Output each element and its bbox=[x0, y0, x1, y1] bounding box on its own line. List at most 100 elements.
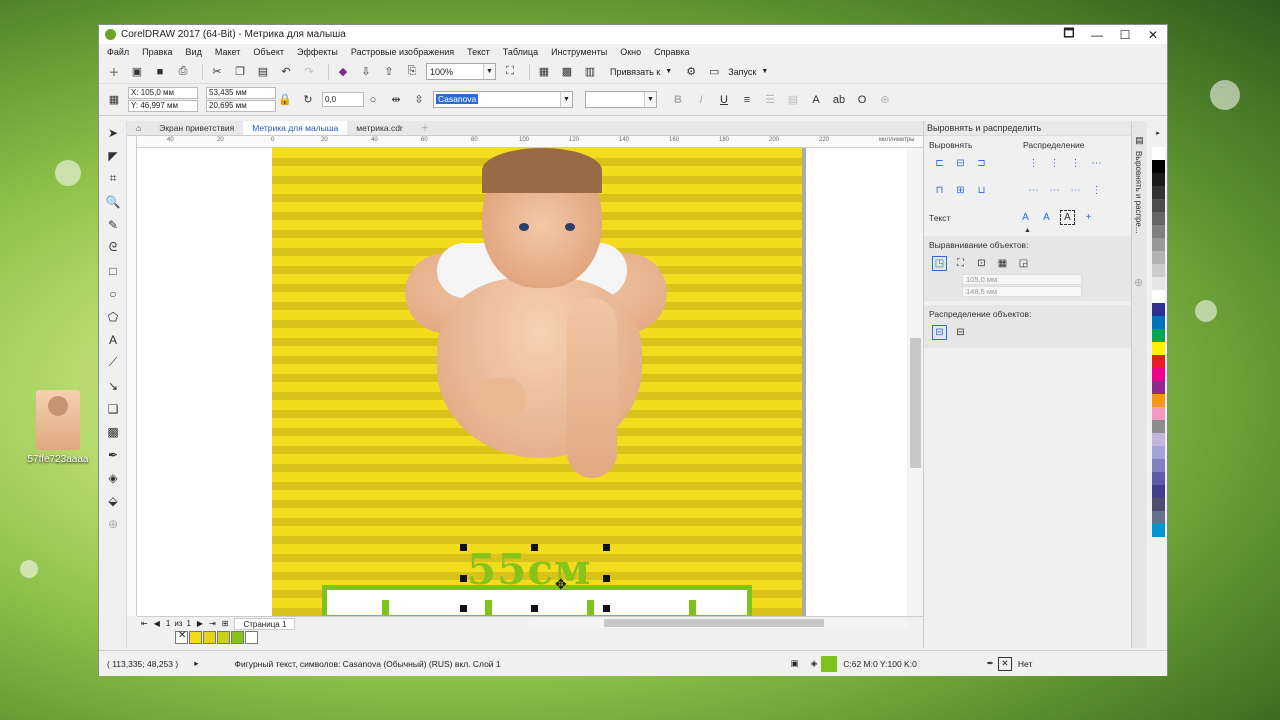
fill-icon[interactable]: ◈ bbox=[811, 658, 818, 669]
palette-swatch[interactable] bbox=[1152, 511, 1165, 524]
menu-table[interactable]: Таблица bbox=[503, 47, 538, 57]
shape-tool-icon[interactable]: ◤ bbox=[99, 144, 127, 167]
last-page-icon[interactable]: ⇥ bbox=[209, 619, 216, 628]
snap-to-dropdown[interactable]: Привязать к ▼ bbox=[610, 67, 672, 77]
palette-swatch[interactable] bbox=[1152, 186, 1165, 199]
text-baseline-last-icon[interactable]: A bbox=[1039, 210, 1054, 225]
palette-swatch[interactable] bbox=[1152, 459, 1165, 472]
palette-swatch[interactable] bbox=[1152, 251, 1165, 264]
palette-swatch[interactable] bbox=[1152, 368, 1165, 381]
width-field[interactable]: 53,435 мм bbox=[206, 87, 276, 99]
palette-swatch[interactable] bbox=[1152, 212, 1165, 225]
text-align-icon[interactable]: ≡ bbox=[738, 91, 756, 109]
menu-effects[interactable]: Эффекты bbox=[297, 47, 338, 57]
drop-cap-icon[interactable]: ▤ bbox=[784, 91, 802, 109]
undo-icon[interactable]: ↶ bbox=[277, 63, 295, 81]
distribute-to-page-icon[interactable]: ⊟ bbox=[953, 325, 968, 340]
palette-swatch[interactable] bbox=[1152, 303, 1165, 316]
menu-file[interactable]: Файл bbox=[107, 47, 129, 57]
distribute-right-icon[interactable]: ⋮ bbox=[1068, 156, 1083, 171]
new-document-icon[interactable]: ＋ bbox=[105, 63, 123, 81]
palette-swatch[interactable] bbox=[1152, 329, 1165, 342]
align-to-active-icon[interactable]: ◳ bbox=[932, 256, 947, 271]
redo-icon[interactable]: ↷ bbox=[300, 63, 318, 81]
paste-icon[interactable]: ▤ bbox=[254, 63, 272, 81]
palette-swatch[interactable] bbox=[245, 631, 258, 644]
pick-tool-icon[interactable]: ➤ bbox=[99, 121, 127, 144]
docker-tab-icon[interactable]: ▤ bbox=[1132, 135, 1147, 146]
open-icon[interactable]: ▣ bbox=[128, 63, 146, 81]
add-tool-icon[interactable]: ⊕ bbox=[99, 512, 127, 535]
first-page-icon[interactable]: ⇤ bbox=[141, 619, 148, 628]
interactive-fill-tool-icon[interactable]: ◈ bbox=[99, 466, 127, 489]
palette-swatch[interactable] bbox=[1152, 277, 1165, 290]
align-to-point-icon[interactable]: ◲ bbox=[1016, 256, 1031, 271]
no-color-swatch[interactable]: ✕ bbox=[175, 630, 188, 644]
text-bbox-icon[interactable]: A bbox=[1060, 210, 1075, 225]
distribute-center-icon[interactable]: ⋮ bbox=[1047, 156, 1062, 171]
x-position-field[interactable]: X: 105,0 мм bbox=[128, 87, 198, 99]
menu-bitmaps[interactable]: Растровые изображения bbox=[351, 47, 454, 57]
menu-edit[interactable]: Правка bbox=[142, 47, 172, 57]
expand-icon[interactable]: ▸ bbox=[194, 658, 198, 669]
distribute-left-icon[interactable]: ⋮ bbox=[1026, 156, 1041, 171]
close-button[interactable]: ✕ bbox=[1139, 25, 1167, 44]
maximize-button[interactable]: ☐ bbox=[1111, 25, 1139, 44]
palette-swatch[interactable] bbox=[1152, 199, 1165, 212]
add-page-icon[interactable]: ⊞ bbox=[222, 619, 229, 628]
desktop-file-icon[interactable]: 57ffe723aaaa bbox=[22, 390, 94, 465]
text-tool-icon[interactable]: A bbox=[99, 328, 127, 351]
selection-handle[interactable] bbox=[460, 605, 467, 612]
home-icon[interactable]: ⌂ bbox=[127, 121, 150, 135]
tab-welcome-screen[interactable]: Экран приветствия bbox=[150, 121, 243, 135]
align-to-page-edge-icon[interactable]: ⛶ bbox=[953, 256, 968, 271]
text-baseline-first-icon[interactable]: A bbox=[1018, 210, 1033, 225]
export-pdf-icon[interactable]: ⎘ bbox=[403, 63, 421, 81]
distribute-bottom-icon[interactable]: ⋯ bbox=[1068, 183, 1083, 198]
zoom-tool-icon[interactable]: 🔍 bbox=[99, 190, 127, 213]
edit-text-icon[interactable]: ab bbox=[830, 91, 848, 109]
palette-swatch[interactable] bbox=[1152, 290, 1165, 303]
print-icon[interactable]: ⎙ bbox=[174, 63, 192, 81]
palette-swatch[interactable] bbox=[1152, 498, 1165, 511]
palette-swatch[interactable] bbox=[1152, 433, 1165, 446]
palette-swatch[interactable] bbox=[1152, 485, 1165, 498]
align-to-page-center-icon[interactable]: ⊡ bbox=[974, 256, 989, 271]
eyedropper-tool-icon[interactable]: ✒ bbox=[99, 443, 127, 466]
fill-color-swatch[interactable] bbox=[821, 655, 838, 672]
align-left-icon[interactable]: ⊏ bbox=[932, 156, 947, 171]
connector-tool-icon[interactable]: ↘ bbox=[99, 374, 127, 397]
transparency-tool-icon[interactable]: ▩ bbox=[99, 420, 127, 443]
import-icon[interactable]: ⇩ bbox=[357, 63, 375, 81]
palette-swatch[interactable] bbox=[189, 631, 202, 644]
align-top-icon[interactable]: ⊓ bbox=[932, 183, 947, 198]
grid-icon[interactable]: ▩ bbox=[558, 63, 576, 81]
font-list-combo[interactable]: Casanova ▼ bbox=[433, 91, 573, 108]
new-tab-icon[interactable]: ＋ bbox=[412, 121, 439, 135]
full-screen-icon[interactable]: ⛶ bbox=[501, 63, 519, 81]
distribute-spacing-h-icon[interactable]: ⋯ bbox=[1089, 156, 1104, 171]
align-bottom-icon[interactable]: ⊔ bbox=[974, 183, 989, 198]
object-origin-icon[interactable]: ▦ bbox=[105, 91, 123, 109]
drop-shadow-tool-icon[interactable]: ❏ bbox=[99, 397, 127, 420]
menu-layout[interactable]: Макет bbox=[215, 47, 240, 57]
selection-handle[interactable] bbox=[460, 575, 467, 582]
selection-handle[interactable] bbox=[460, 544, 467, 551]
palette-swatch[interactable] bbox=[1152, 524, 1165, 537]
height-field[interactable]: 20,695 мм bbox=[206, 100, 276, 112]
distribute-middle-icon[interactable]: ⋯ bbox=[1047, 183, 1062, 198]
next-page-icon[interactable]: ▶ bbox=[197, 619, 203, 628]
horizontal-scrollbar[interactable] bbox=[529, 618, 909, 628]
vertical-scrollbar[interactable] bbox=[907, 148, 923, 616]
selection-handle[interactable] bbox=[603, 575, 610, 582]
tab-metrika-cdr[interactable]: метрика.cdr bbox=[347, 121, 411, 135]
angle-field[interactable]: 0,0 bbox=[322, 92, 364, 107]
parallel-dimension-tool-icon[interactable]: ⟋ bbox=[99, 351, 127, 374]
zoom-combo[interactable]: 100% ▼ bbox=[426, 63, 496, 80]
italic-icon[interactable]: I bbox=[692, 91, 710, 109]
align-x-field[interactable]: 105,0 мм bbox=[962, 274, 1082, 285]
underline-icon[interactable]: U bbox=[715, 91, 733, 109]
application-launcher-icon[interactable]: ▭ bbox=[705, 63, 723, 81]
palette-swatch[interactable] bbox=[1152, 355, 1165, 368]
horizontal-ruler[interactable]: 40 20 0 20 40 60 80 100 120 140 160 180 … bbox=[137, 136, 923, 148]
